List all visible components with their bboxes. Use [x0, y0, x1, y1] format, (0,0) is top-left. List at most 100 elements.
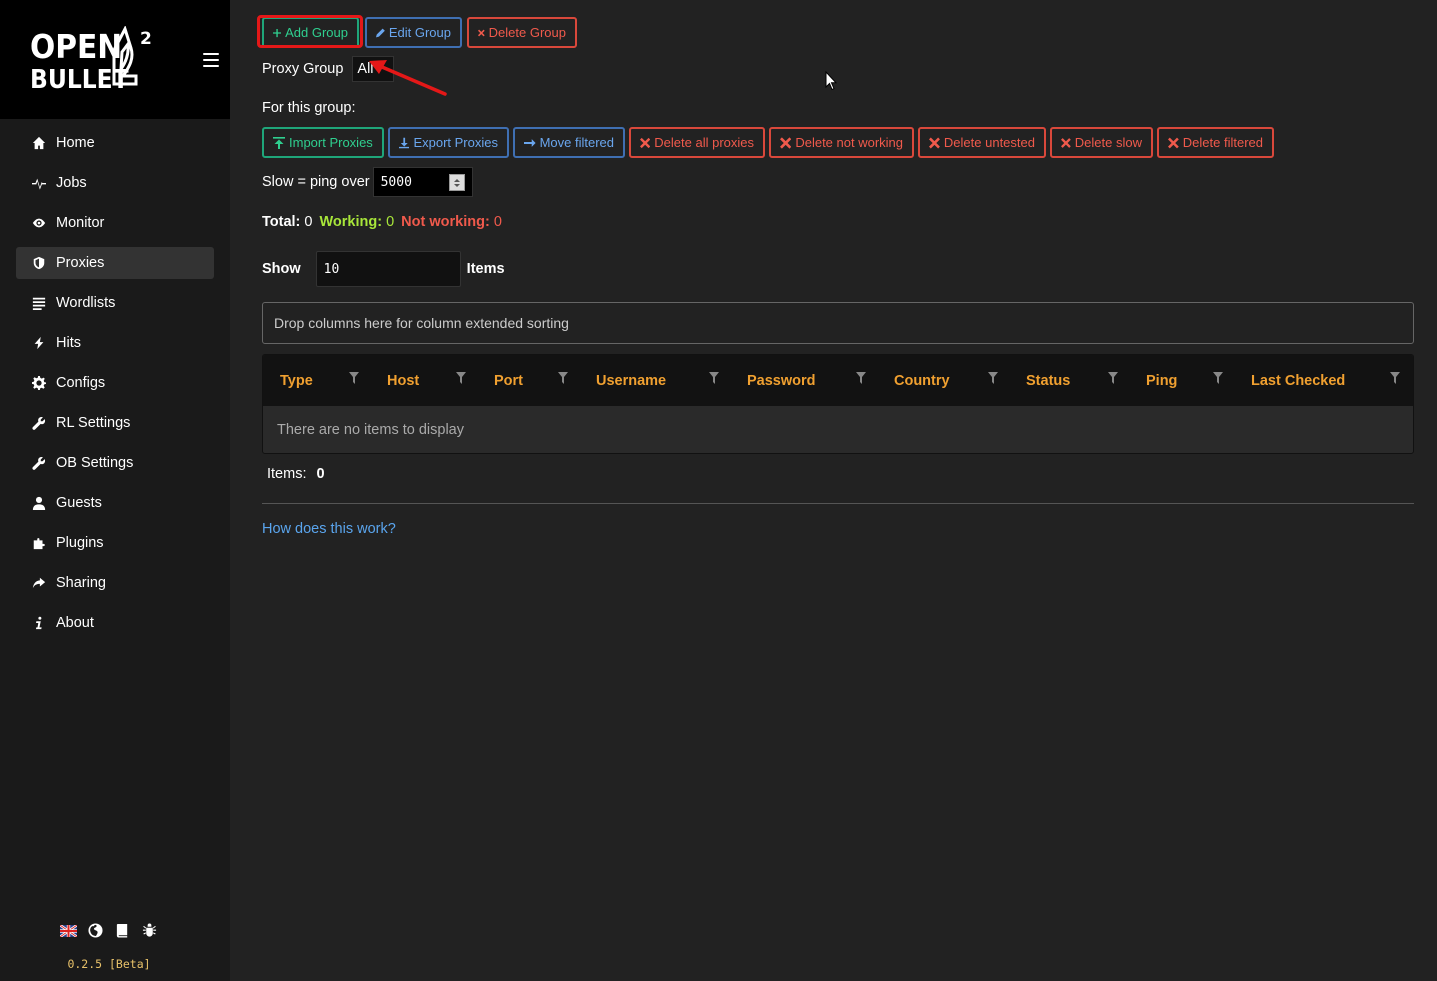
sidebar-item-sharing[interactable]: Sharing	[16, 567, 214, 599]
logo-area: OPEN BULLET 2	[0, 0, 230, 119]
sidebar-item-wordlists[interactable]: Wordlists	[16, 287, 214, 319]
arrow-right-icon	[524, 138, 536, 147]
column-header-ping[interactable]: Ping	[1146, 355, 1177, 406]
filter-icon[interactable]	[1390, 371, 1400, 384]
column-header-country[interactable]: Country	[894, 355, 950, 406]
sidebar-item-label: Wordlists	[56, 295, 116, 311]
sidebar-item-rl-settings[interactable]: RL Settings	[16, 407, 214, 439]
wrench-icon	[31, 415, 47, 431]
sidebar-item-label: Home	[56, 135, 95, 151]
footer-icons	[0, 922, 230, 940]
sidebar-item-plugins[interactable]: Plugins	[16, 527, 214, 559]
mouse-cursor-icon	[825, 71, 837, 91]
move-filtered-button[interactable]: Move filtered	[513, 127, 625, 158]
export-proxies-button[interactable]: Export Proxies	[388, 127, 509, 158]
filter-icon[interactable]	[456, 371, 466, 384]
help-link[interactable]: How does this work?	[262, 521, 396, 537]
column-header-password[interactable]: Password	[747, 355, 816, 406]
delete-not-working-button[interactable]: Delete not working	[769, 127, 914, 158]
sidebar-item-proxies[interactable]: Proxies	[16, 247, 214, 279]
stat-working: Working: 0	[319, 214, 395, 230]
upload-icon	[273, 136, 285, 149]
group-toolbar: Add Group Edit Group Delete Group	[257, 15, 1414, 48]
proxy-stats: Total: 0 Working: 0 Not working: 0	[262, 214, 502, 230]
uk-flag-icon[interactable]	[60, 922, 77, 939]
shield-icon	[31, 255, 47, 271]
import-proxies-button[interactable]: Import Proxies	[262, 127, 384, 158]
sidebar-item-label: RL Settings	[56, 415, 131, 431]
filter-icon[interactable]	[349, 371, 359, 384]
edit-group-button[interactable]: Edit Group	[365, 17, 462, 48]
delete-untested-button[interactable]: Delete untested	[918, 127, 1046, 158]
gear-icon	[31, 375, 47, 391]
column-header-type[interactable]: Type	[280, 355, 313, 406]
sidebar-item-label: Sharing	[56, 575, 106, 591]
sidebar-nav: Home Jobs Monitor Proxies Wordlists Hits…	[16, 127, 214, 647]
delete-all-proxies-button[interactable]: Delete all proxies	[629, 127, 765, 158]
column-header-status[interactable]: Status	[1026, 355, 1070, 406]
highlight-box	[257, 15, 363, 48]
items-count: Items: 0	[267, 466, 325, 482]
items-count-value: 0	[316, 466, 325, 482]
sidebar-footer: 0.2.5 [Beta]	[0, 922, 230, 971]
sidebar-item-about[interactable]: About	[16, 607, 214, 639]
sidebar-item-guests[interactable]: Guests	[16, 487, 214, 519]
openbullet-logo: OPEN BULLET 2	[30, 26, 152, 92]
filter-icon[interactable]	[988, 371, 998, 384]
sidebar-item-monitor[interactable]: Monitor	[16, 207, 214, 239]
items-suffix-label: Items	[466, 261, 505, 277]
filter-icon[interactable]	[1213, 371, 1223, 384]
user-icon	[31, 495, 47, 511]
sidebar-item-configs[interactable]: Configs	[16, 367, 214, 399]
sidebar-item-home[interactable]: Home	[16, 127, 214, 159]
sidebar-item-label: Hits	[56, 335, 81, 351]
pulse-icon	[31, 175, 47, 191]
sidebar-item-label: Jobs	[56, 175, 87, 191]
column-header-host[interactable]: Host	[387, 355, 419, 406]
number-spinner[interactable]	[448, 174, 465, 191]
filter-icon[interactable]	[558, 371, 568, 384]
sidebar-item-label: Proxies	[56, 255, 105, 271]
column-header-port[interactable]: Port	[494, 355, 523, 406]
stat-not-working: Not working: 0	[401, 214, 502, 230]
slow-threshold-label: Slow = ping over	[262, 174, 370, 190]
for-group-label: For this group:	[262, 100, 356, 116]
sidebar-item-hits[interactable]: Hits	[16, 327, 214, 359]
sidebar-item-ob-settings[interactable]: OB Settings	[16, 447, 214, 479]
globe-icon[interactable]	[87, 922, 104, 939]
bolt-icon	[31, 335, 47, 351]
version-label: 0.2.5 [Beta]	[67, 957, 151, 971]
slow-threshold-input[interactable]: 5000	[372, 167, 473, 197]
sidebar-item-label: OB Settings	[56, 455, 134, 471]
delete-group-button[interactable]: Delete Group	[467, 17, 577, 48]
x-icon	[1168, 137, 1179, 148]
column-drop-zone[interactable]: Drop columns here for column extended so…	[262, 302, 1414, 344]
red-arrow-annotation	[369, 60, 447, 96]
show-label: Show	[262, 261, 301, 277]
filter-icon[interactable]	[709, 371, 719, 384]
pencil-icon	[376, 28, 385, 37]
grid-empty-message: There are no items to display	[277, 422, 464, 438]
menu-toggle-button[interactable]	[203, 53, 219, 67]
wrench-icon	[31, 455, 47, 471]
filter-icon[interactable]	[1108, 371, 1118, 384]
book-icon[interactable]	[114, 922, 131, 939]
x-icon	[929, 137, 940, 148]
delete-slow-button[interactable]: Delete slow	[1050, 127, 1153, 158]
bug-icon[interactable]	[141, 922, 158, 939]
info-icon	[31, 615, 47, 631]
grid-header: Type Host Port Username Password Country…	[263, 355, 1413, 406]
proxies-grid: Type Host Port Username Password Country…	[262, 354, 1414, 454]
x-icon	[1061, 137, 1071, 148]
filter-icon[interactable]	[856, 371, 866, 384]
puzzle-icon	[31, 535, 47, 551]
share-icon	[31, 575, 47, 591]
eye-icon	[31, 215, 47, 231]
download-icon	[399, 137, 410, 148]
column-header-username[interactable]: Username	[596, 355, 666, 406]
delete-filtered-button[interactable]: Delete filtered	[1157, 127, 1274, 158]
column-header-last-checked[interactable]: Last Checked	[1251, 355, 1345, 406]
page-size-input[interactable]: 10	[315, 251, 461, 287]
slow-threshold-row: Slow = ping over 5000	[262, 167, 473, 197]
sidebar-item-jobs[interactable]: Jobs	[16, 167, 214, 199]
